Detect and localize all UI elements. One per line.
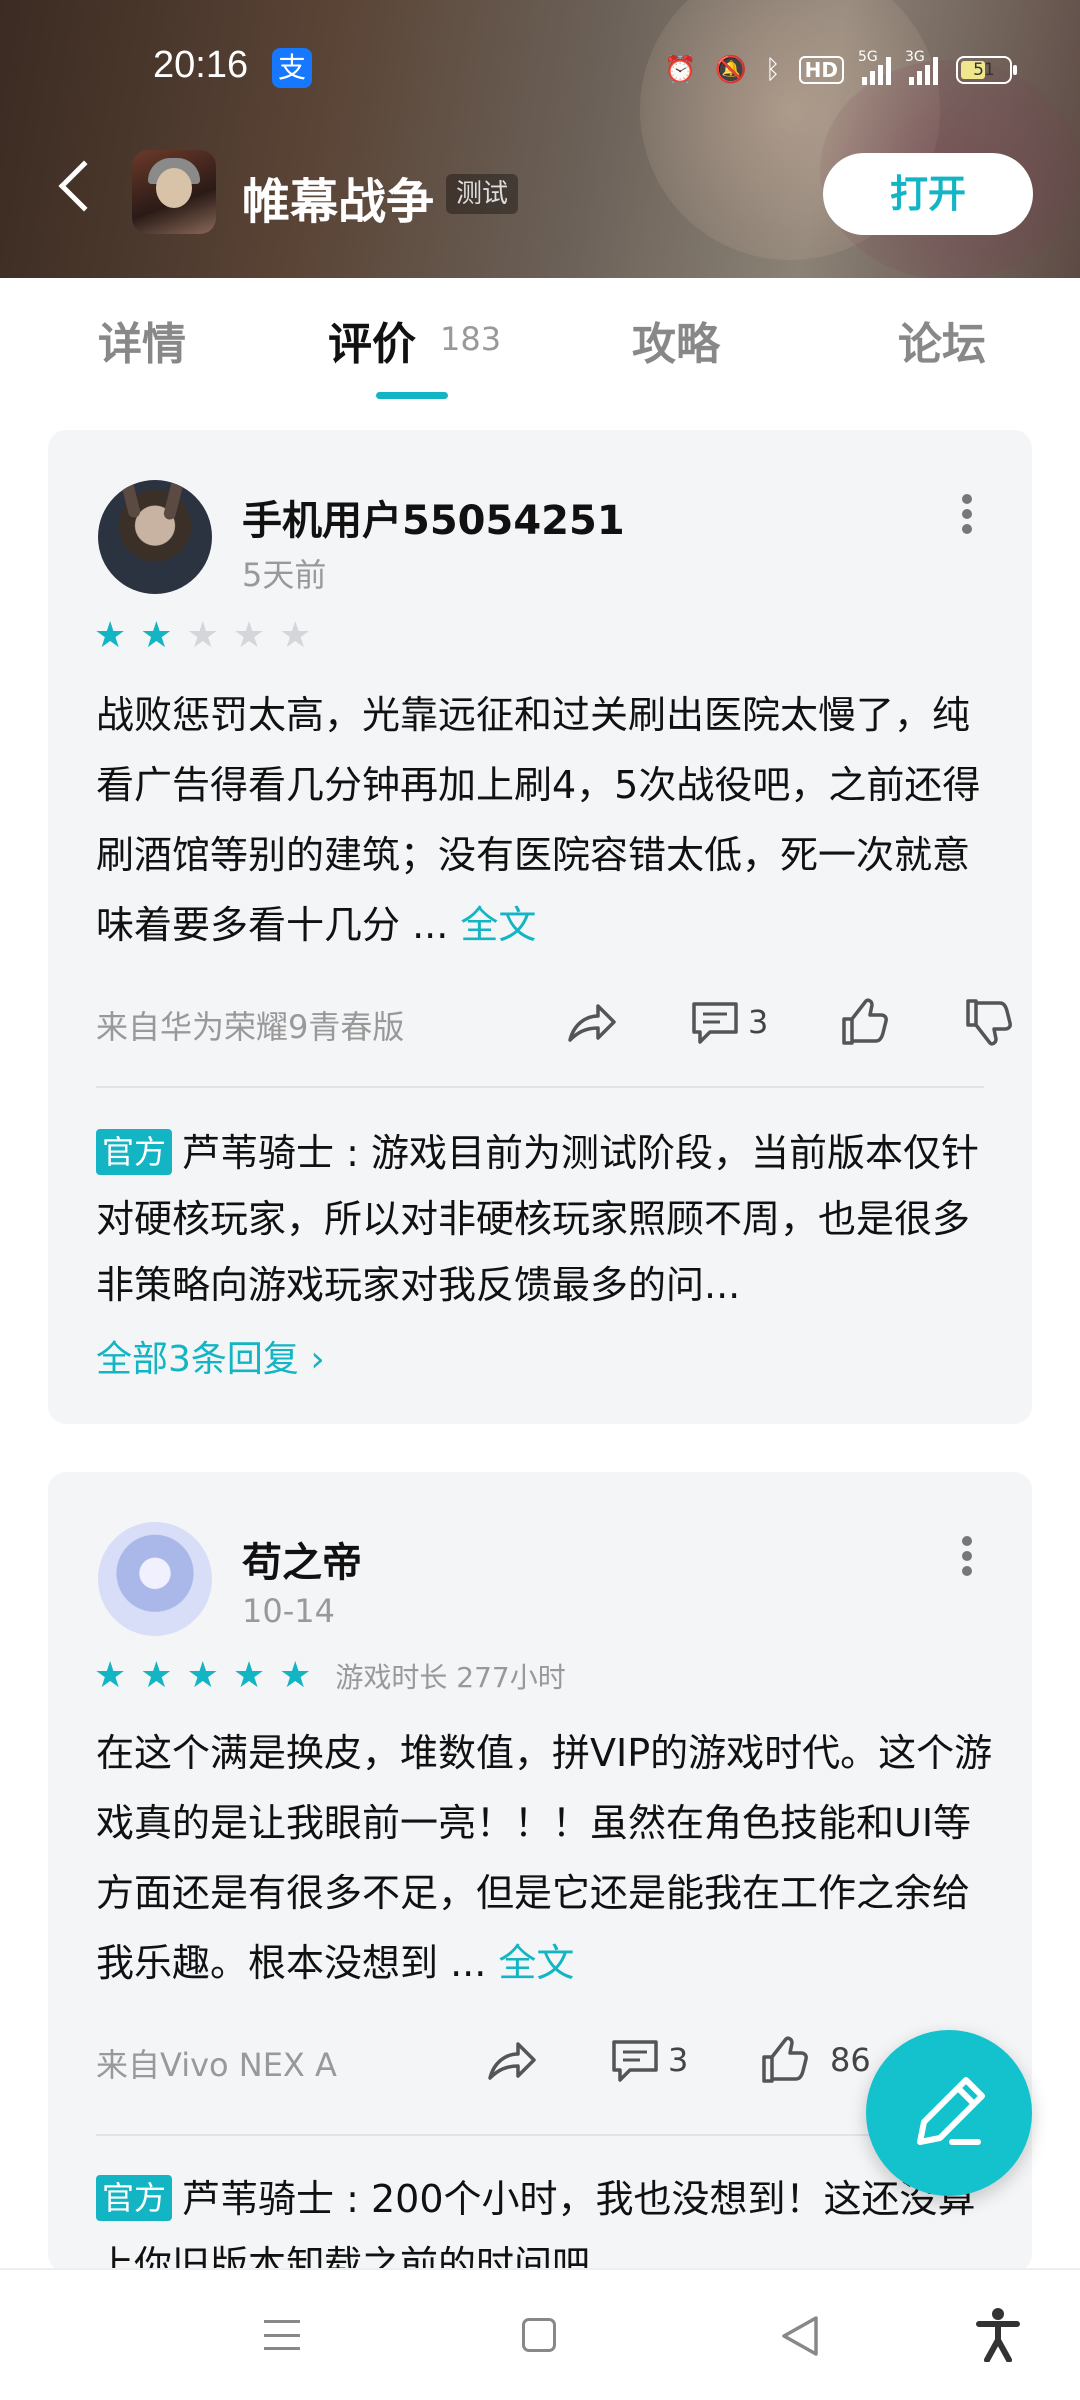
star-icon: ★ <box>232 1655 266 1696</box>
star-icon: ★ <box>140 1655 173 1696</box>
menu-icon[interactable] <box>264 2320 300 2350</box>
game-title: 帷幕战争 <box>242 174 435 230</box>
bluetooth-icon: ᛒ <box>765 55 781 85</box>
star-icon: ★ <box>186 615 219 656</box>
official-badge: 官方 <box>96 1129 173 1175</box>
tab-bar: 详情 评价 183 攻略 论坛 <box>0 278 1080 408</box>
share-button[interactable] <box>486 2034 538 2086</box>
dislike-button[interactable] <box>964 996 1014 1048</box>
alipay-notification-icon: 支 <box>272 48 312 88</box>
review-date: 10-14 <box>242 1592 335 1630</box>
system-navigation-bar <box>0 2268 1080 2400</box>
divider <box>96 1086 984 1088</box>
comment-icon <box>612 2040 658 2082</box>
tab-forum[interactable]: 论坛 <box>898 308 986 372</box>
comment-count: 3 <box>748 1003 769 1041</box>
star-icon: ★ <box>279 1655 312 1696</box>
open-button[interactable]: 打开 <box>823 153 1033 235</box>
review-text[interactable]: 战败惩罚太高，光靠远征和过关刷出医院太慢了，纯看广告得看几分钟再加上刷4，5次战… <box>96 680 996 960</box>
review-text[interactable]: 在这个满是换皮，堆数值，拼VIP的游戏时代。这个游戏真的是让我眼前一亮！！！虽然… <box>96 1718 996 1998</box>
like-count: 86 <box>830 2041 871 2079</box>
signal-3g-icon: 3G <box>905 49 938 85</box>
star-icon: ★ <box>186 1655 219 1696</box>
home-icon[interactable] <box>522 2318 556 2352</box>
divider <box>96 2134 984 2136</box>
comment-button[interactable]: 3 <box>610 2034 688 2086</box>
write-review-button[interactable] <box>866 2030 1032 2196</box>
chevron-right-icon: › <box>310 1339 325 1380</box>
star-icon: ★ <box>279 615 312 656</box>
review-date: 5天前 <box>242 556 327 594</box>
more-icon[interactable] <box>962 1536 972 1576</box>
share-icon <box>488 2042 536 2080</box>
like-button[interactable]: 86 <box>760 2034 871 2086</box>
review-username[interactable]: 手机用户55054251 <box>242 488 625 546</box>
back-icon[interactable] <box>58 160 110 212</box>
alarm-icon: ⏰ <box>664 55 697 85</box>
avatar[interactable] <box>98 1522 212 1636</box>
review-actions: 来自Vivo NEX A 3 86 <box>96 2030 986 2090</box>
official-reply[interactable]: 官方 芦苇骑士 : 200个小时，我也没想到！这还没算上你旧版本卸载之前的时间吧 <box>96 2166 996 2272</box>
device-label: 来自Vivo NEX A <box>96 2046 337 2084</box>
share-button[interactable] <box>566 996 618 1048</box>
star-icon: ★ <box>232 615 266 656</box>
review-count: 183 <box>440 320 502 358</box>
hd-icon: HD <box>798 56 844 84</box>
review-card: 手机用户55054251 5天前 ★ ★ ★ ★ ★ 战败惩罚太高，光靠远征和过… <box>48 430 1032 1424</box>
test-badge: 测试 <box>446 174 519 214</box>
share-icon <box>568 1004 616 1042</box>
star-rating: ★ ★ ★ ★ ★ <box>94 616 311 656</box>
full-text-link[interactable]: 全文 <box>460 903 536 947</box>
game-icon <box>132 150 216 234</box>
like-button[interactable] <box>840 996 890 1048</box>
playtime-label: 游戏时长 277小时 <box>335 1661 566 1694</box>
tab-details[interactable]: 详情 <box>98 308 186 372</box>
thumbs-up-icon <box>762 2036 808 2083</box>
tab-reviews[interactable]: 评价 <box>328 308 416 372</box>
tab-guides[interactable]: 攻略 <box>632 308 720 372</box>
comment-count: 3 <box>668 2041 689 2079</box>
full-text-link[interactable]: 全文 <box>498 1941 574 1985</box>
battery-icon: 51 <box>956 56 1017 84</box>
status-bar: 20:16 支 ⏰ 🔕 ᛒ HD 5G 3G 51 <box>0 40 1080 100</box>
mute-icon: 🔕 <box>714 55 748 85</box>
star-icon: ★ <box>94 1655 127 1696</box>
comment-icon <box>692 1002 738 1044</box>
star-icon: ★ <box>140 615 173 656</box>
more-icon[interactable] <box>962 494 972 534</box>
review-username[interactable]: 苟之帝 <box>242 1530 362 1588</box>
thumbs-up-icon <box>842 998 888 1045</box>
star-icon: ★ <box>94 615 127 656</box>
official-badge: 官方 <box>96 2175 173 2221</box>
back-triangle-icon[interactable] <box>780 2314 820 2362</box>
signal-5g-icon: 5G <box>858 49 891 85</box>
avatar[interactable] <box>98 480 212 594</box>
edit-icon <box>917 2077 985 2145</box>
see-all-replies-link[interactable]: 全部3条回复 › <box>96 1330 325 1382</box>
battery-level: 51 <box>973 60 995 80</box>
thumbs-down-icon <box>966 999 1012 1046</box>
device-label: 来自华为荣耀9青春版 <box>96 1008 405 1046</box>
accessibility-icon[interactable] <box>975 2306 1021 2366</box>
status-icons: ⏰ 🔕 ᛒ HD 5G 3G 51 <box>664 49 1017 90</box>
comment-button[interactable]: 3 <box>690 996 768 1048</box>
active-tab-indicator <box>376 392 448 399</box>
status-time: 20:16 <box>153 44 249 86</box>
app-header: 20:16 支 ⏰ 🔕 ᛒ HD 5G 3G 51 帷幕战争 测试 打开 <box>0 0 1080 278</box>
official-reply[interactable]: 官方 芦苇骑士 : 游戏目前为测试阶段，当前版本仅针对硬核玩家，所以对非硬核玩家照… <box>96 1120 996 1318</box>
star-rating: ★ ★ ★ ★ ★ 游戏时长 277小时 <box>94 1656 566 1696</box>
review-actions: 来自华为荣耀9青春版 3 <box>96 992 1012 1052</box>
